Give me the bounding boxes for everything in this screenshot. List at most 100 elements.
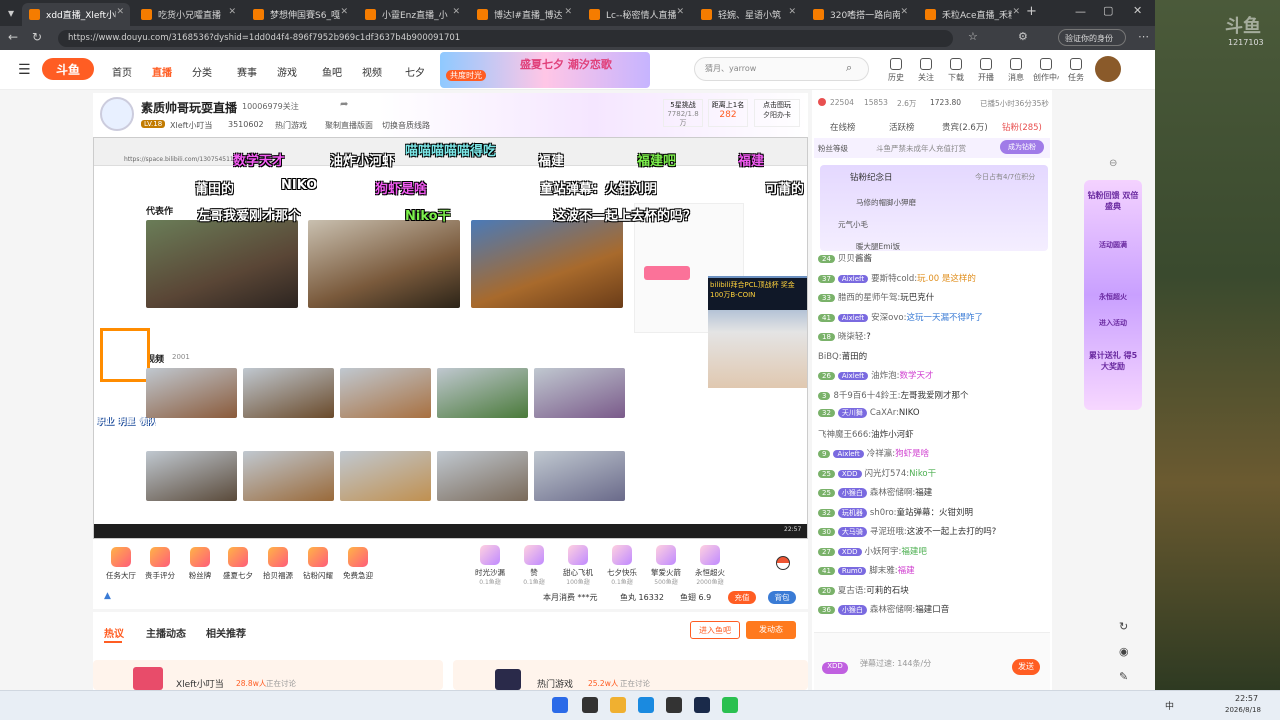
share-icon[interactable]: ➦ <box>340 99 348 110</box>
tab-4[interactable]: 博达l#直播_博达 ✕ <box>470 3 578 26</box>
taskbar-edge-icon[interactable] <box>638 697 654 713</box>
chat-username[interactable]: 腊西的星师午驾: <box>838 293 900 303</box>
video-thumb[interactable] <box>243 451 334 501</box>
tab-close-icon[interactable]: ✕ <box>788 7 796 17</box>
follower-count[interactable]: 10006979关注 <box>242 101 299 112</box>
side-tool-1-icon[interactable]: ↻ <box>1119 620 1128 633</box>
join-fishbar-button[interactable]: 进入鱼吧 <box>690 621 740 639</box>
chat-tab-3[interactable]: 钻粉(285) <box>1002 121 1042 133</box>
thumb-2[interactable] <box>308 220 460 308</box>
gift2-1-icon[interactable] <box>524 545 544 565</box>
chat-fan-badge[interactable]: Aixleft <box>837 372 869 380</box>
video-thumb[interactable] <box>146 368 237 418</box>
nav-1-icon[interactable]: 关注 <box>913 58 939 83</box>
tab-2[interactable]: 梦想伸国賽S6_嘎嘎Qu✕ <box>246 3 354 26</box>
gift2-3-icon[interactable] <box>612 545 632 565</box>
nav-item-0[interactable]: 首页 <box>112 64 132 79</box>
gift-bar-icon[interactable]: ▲ <box>104 591 111 601</box>
minimize-icon[interactable]: — <box>1075 5 1086 18</box>
nav-item-1[interactable]: 直播 <box>152 64 172 79</box>
maximize-icon[interactable]: ▢ <box>1103 4 1113 17</box>
chat-tab-0[interactable]: 在线榜 <box>830 121 856 133</box>
chat-username[interactable]: 安深ovo: <box>871 313 906 323</box>
nav-5-icon[interactable]: 创作中心 <box>1033 58 1059 83</box>
chat-username[interactable]: 要斯特cold: <box>871 274 917 284</box>
chat-fan-badge[interactable]: 小猴白 <box>837 605 867 615</box>
tab-6[interactable]: 轻婉、星语小筑 ✕ <box>694 3 802 26</box>
chat-fan-badge[interactable]: Aixleft <box>833 450 864 458</box>
video-thumb[interactable] <box>243 368 334 418</box>
nav-item-5[interactable]: 鱼吧 <box>322 64 342 79</box>
chat-fan-badge[interactable]: Aixleft <box>837 313 869 322</box>
become-fan-button[interactable]: 成为钻粉 <box>1000 140 1044 154</box>
reload-icon[interactable]: ↻ <box>32 30 42 44</box>
chat-username[interactable]: 小妖阿宇: <box>865 547 902 557</box>
gift-3-icon[interactable] <box>228 547 248 567</box>
nav-3-icon[interactable]: 开播 <box>973 58 999 83</box>
chat-username[interactable]: BiBQ: <box>818 352 842 362</box>
room-tag-2[interactable]: 聚制直播版面 <box>325 120 373 131</box>
browser-more-icon[interactable]: ⋯ <box>1138 30 1149 43</box>
video-thumb[interactable] <box>437 368 528 418</box>
lower-tab-1[interactable]: 主播动态 <box>146 625 186 640</box>
nav-item-2[interactable]: 分类 <box>192 64 212 79</box>
chat-username[interactable]: sh0ro: <box>870 508 897 518</box>
chat-fan-badge[interactable]: 天川舞 <box>837 408 867 418</box>
video-player[interactable]: https://space.bilibili.com/1307545115/sp… <box>93 137 808 539</box>
side-tool-2-icon[interactable]: ◉ <box>1119 645 1129 658</box>
tab-close-icon[interactable]: ✕ <box>116 7 124 17</box>
distance-box[interactable]: 距离上1名 282 <box>708 99 748 127</box>
chat-username[interactable]: 闪光灯574: <box>865 469 910 479</box>
search-input[interactable]: 猜月、yarrow <box>694 57 869 81</box>
tray-date[interactable]: 2026/8/18 <box>1225 706 1261 714</box>
lower-tab-2[interactable]: 相关推荐 <box>206 625 246 640</box>
chat-username[interactable]: 冷祥瀛: <box>867 449 895 459</box>
chat-fan-badge[interactable]: 小猴白 <box>837 488 867 498</box>
tab-0[interactable]: xdd直播_Xleft小叮✕ <box>22 3 130 26</box>
profile-button[interactable]: 验证你的身份 <box>1058 29 1126 46</box>
user-avatar[interactable] <box>1095 56 1121 82</box>
nav-item-7[interactable]: 七夕 <box>405 64 425 79</box>
chat-username[interactable]: 8千9百6十4鈴王: <box>833 391 900 401</box>
taskbar-file-explorer-icon[interactable] <box>610 697 626 713</box>
gift-5-icon[interactable] <box>308 547 328 567</box>
gift-1-icon[interactable] <box>150 547 170 567</box>
gift2-2-icon[interactable] <box>568 545 588 565</box>
tab-1[interactable]: 吃货小兄嚯直播 ✕ <box>134 3 242 26</box>
taskbar-obs-icon[interactable] <box>666 697 682 713</box>
host-avatar[interactable] <box>100 97 134 131</box>
site-logo[interactable]: 斗鱼 <box>42 58 94 80</box>
side-tool-3-icon[interactable]: ✎ <box>1119 670 1128 683</box>
taskbar-wechat-icon[interactable] <box>722 697 738 713</box>
post-button[interactable]: 发动态 <box>746 621 796 639</box>
chat-tab-2[interactable]: 贵宾(2.6万) <box>942 121 988 133</box>
chat-username[interactable]: 贝贝 <box>838 254 855 264</box>
rank-box[interactable]: 5星挑战 7782/1.8万 <box>663 99 703 127</box>
video-thumb[interactable] <box>534 451 625 501</box>
tab-close-icon[interactable]: ✕ <box>676 7 684 17</box>
nav-2-icon[interactable]: 下载 <box>943 58 969 83</box>
chat-username[interactable]: CaXAr: <box>870 408 899 418</box>
close-promo-icon[interactable]: ⊖ <box>1109 158 1117 169</box>
recharge-button[interactable]: 充值 <box>728 591 756 604</box>
side-promo-0[interactable]: 钻粉回馈 双倍盛典 <box>1086 190 1140 212</box>
chat-username[interactable]: 脚末雅: <box>869 566 897 576</box>
tab-3[interactable]: 小靈Enz直播_小 ✕ <box>358 3 466 26</box>
chat-fan-badge[interactable]: Rum0 <box>837 567 867 575</box>
chat-username[interactable]: 飞神魔王666: <box>818 430 871 440</box>
chat-fan-badge[interactable]: 玩机器 <box>837 507 867 518</box>
tab-close-icon[interactable]: ✕ <box>564 7 572 17</box>
side-promo-2[interactable]: 永恒超火 <box>1086 292 1140 302</box>
nav-0-icon[interactable]: 历史 <box>883 58 909 83</box>
tab-close-icon[interactable]: ✕ <box>900 7 908 17</box>
chat-fan-badge[interactable]: Aixleft <box>837 274 869 283</box>
tab-8[interactable]: 禾粒Ace直播_禾粒Ace✕ <box>918 3 1026 26</box>
send-button[interactable]: 发送 <box>1012 659 1040 675</box>
nav-6-icon[interactable]: 任务 <box>1063 58 1089 83</box>
tray-time[interactable]: 22:57 <box>1235 694 1258 703</box>
room-tag-1[interactable]: 热门游戏 <box>275 120 307 131</box>
inner-follow-button[interactable] <box>644 266 690 280</box>
new-tab-button[interactable]: + <box>1026 4 1037 19</box>
tab-close-icon[interactable]: ✕ <box>340 7 348 17</box>
video-thumb[interactable] <box>146 451 237 501</box>
